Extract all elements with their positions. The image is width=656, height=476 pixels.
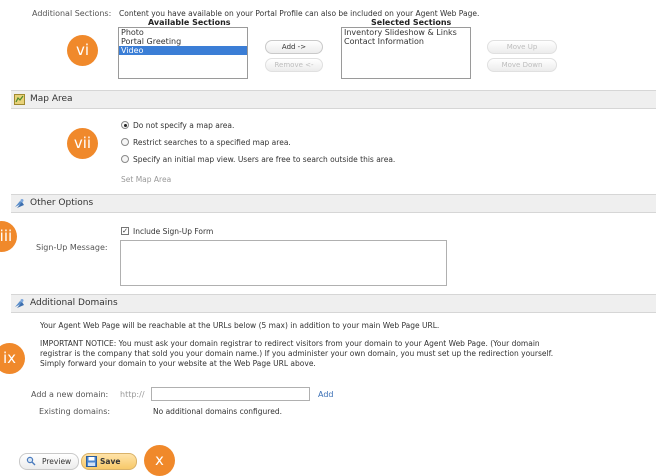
include-signup-label: Include Sign-Up Form (133, 227, 214, 236)
existing-domains-value: No additional domains configured. (153, 407, 282, 416)
map-option-none-radio[interactable] (121, 121, 129, 129)
additional-sections-label: Additional Sections: (32, 9, 112, 18)
additional-domains-title: Additional Domains (30, 298, 118, 308)
domains-notice-line: Simply forward your domain to your websi… (40, 359, 316, 368)
selected-sections-header: Selected Sections (371, 18, 452, 27)
add-section-button[interactable]: Add -> (265, 40, 323, 54)
additional-sections-description: Content you have available on your Porta… (119, 9, 480, 18)
map-area-section-header: Map Area (11, 90, 656, 109)
existing-domains-label: Existing domains: (39, 407, 111, 416)
callout-badge-vi: vi (67, 35, 98, 66)
available-sections-header: Available Sections (148, 18, 231, 27)
add-domain-label: Add a new domain: (31, 390, 109, 399)
magnifier-icon (26, 456, 36, 468)
signup-message-label: Sign-Up Message: (36, 243, 108, 252)
list-item[interactable]: Inventory Slideshow & Links (342, 28, 470, 37)
selected-sections-list[interactable]: Inventory Slideshow & Links Contact Info… (341, 27, 471, 79)
domains-notice-line: registrar is the company that sold you y… (40, 349, 554, 358)
list-item[interactable]: Video (119, 46, 247, 55)
list-item[interactable]: Portal Greeting (119, 37, 247, 46)
list-item[interactable]: Contact Information (342, 37, 470, 46)
callout-badge-ix: ix (0, 343, 25, 374)
callout-badge-viii: viii (0, 221, 17, 252)
options-icon (14, 198, 25, 209)
domains-notice-text: IMPORTANT NOTICE: You must ask your doma… (40, 339, 553, 369)
map-area-title: Map Area (30, 94, 73, 104)
callout-badge-x: x (144, 445, 175, 476)
map-icon (14, 94, 25, 105)
callout-badge-vii: vii (67, 128, 98, 159)
map-option-restrict-radio[interactable] (121, 138, 129, 146)
domains-notice-line: IMPORTANT NOTICE: You must ask your doma… (40, 339, 540, 348)
save-label: Save (100, 457, 121, 466)
other-options-section-header: Other Options (11, 194, 656, 213)
remove-section-button[interactable]: Remove <- (265, 58, 323, 72)
add-domain-link[interactable]: Add (318, 390, 334, 399)
set-map-area-link[interactable]: Set Map Area (121, 175, 171, 184)
floppy-disk-icon (86, 456, 97, 469)
signup-message-textarea[interactable] (120, 240, 447, 286)
map-option-restrict-label: Restrict searches to a specified map are… (133, 138, 291, 147)
list-item[interactable]: Photo (119, 28, 247, 37)
map-option-none-label: Do not specify a map area. (133, 121, 235, 130)
map-option-initial-view-radio[interactable] (121, 155, 129, 163)
map-option-initial-view-label: Specify an initial map view. Users are f… (133, 155, 396, 164)
move-down-button[interactable]: Move Down (487, 58, 557, 72)
preview-label: Preview (42, 457, 72, 466)
new-domain-input[interactable] (151, 387, 310, 401)
available-sections-list[interactable]: Photo Portal Greeting Video (118, 27, 248, 79)
other-options-title: Other Options (30, 198, 94, 208)
domains-icon (14, 298, 25, 309)
domains-intro-text: Your Agent Web Page will be reachable at… (40, 321, 440, 330)
include-signup-checkbox[interactable]: ✓ (121, 227, 129, 235)
move-up-button[interactable]: Move Up (487, 40, 557, 54)
additional-domains-section-header: Additional Domains (11, 294, 656, 313)
domain-prefix: http:// (120, 390, 145, 399)
save-button[interactable]: Save (81, 453, 137, 470)
preview-button[interactable]: Preview (19, 453, 79, 470)
